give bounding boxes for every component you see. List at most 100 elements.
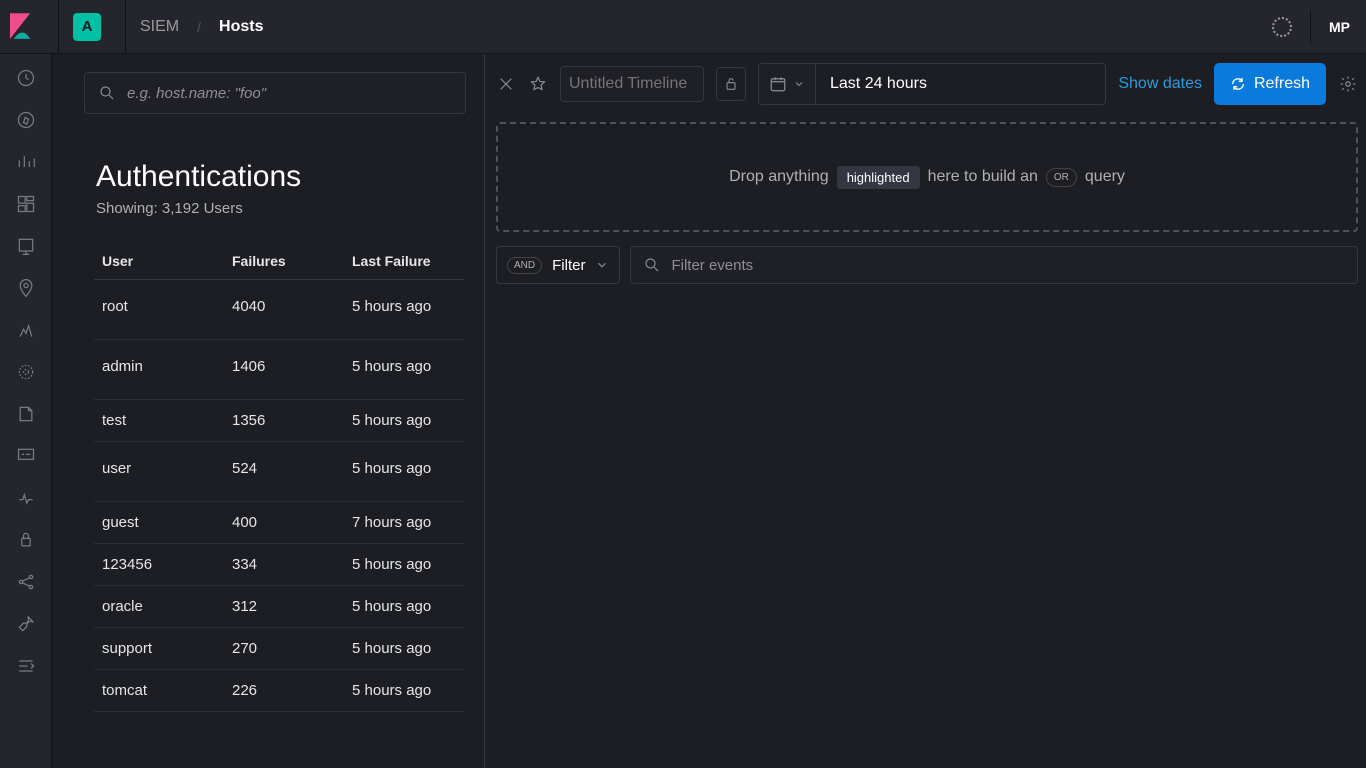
cell-user[interactable]: user <box>94 442 224 502</box>
apm-icon[interactable] <box>16 446 36 466</box>
breadcrumb-hosts[interactable]: Hosts <box>219 18 263 36</box>
filter-row: AND Filter <box>496 246 1358 284</box>
dropzone-text-1: Drop anything <box>729 168 829 186</box>
table-row[interactable]: test13565 hours ago <box>94 400 464 442</box>
cell-last-failure[interactable]: 5 hours ago <box>344 280 464 340</box>
refresh-button[interactable]: Refresh <box>1214 63 1326 105</box>
cell-user[interactable]: guest <box>94 502 224 544</box>
filter-label: Filter <box>552 257 585 274</box>
kibana-logo-icon[interactable] <box>10 13 32 41</box>
cell-failures[interactable]: 226 <box>224 670 344 712</box>
visualize-icon[interactable] <box>16 152 36 172</box>
cell-user[interactable]: root <box>94 280 224 340</box>
timeline-title-input[interactable] <box>569 75 695 93</box>
kql-search-input[interactable] <box>127 85 453 102</box>
cell-user[interactable]: oracle <box>94 586 224 628</box>
col-failures[interactable]: Failures <box>224 245 344 280</box>
cell-last-failure[interactable]: 5 hours ago <box>344 544 464 586</box>
cell-failures[interactable]: 270 <box>224 628 344 670</box>
table-row[interactable]: tomcat2265 hours ago <box>94 670 464 712</box>
graph-icon[interactable] <box>16 572 36 592</box>
table-row[interactable]: guest4007 hours ago <box>94 502 464 544</box>
cell-failures[interactable]: 524 <box>224 442 344 502</box>
or-badge: OR <box>1046 168 1077 187</box>
recent-icon[interactable] <box>16 68 36 88</box>
space-selector[interactable]: A <box>73 13 101 41</box>
dashboard-icon[interactable] <box>16 194 36 214</box>
cell-user[interactable]: 123456 <box>94 544 224 586</box>
top-bar: A SIEM / Hosts MP <box>0 0 1366 54</box>
refresh-button-label: Refresh <box>1254 75 1310 93</box>
breadcrumb: SIEM / Hosts <box>140 18 263 36</box>
cell-failures[interactable]: 4040 <box>224 280 344 340</box>
and-badge: AND <box>507 257 542 274</box>
cell-last-failure[interactable]: 7 hours ago <box>344 502 464 544</box>
discover-icon[interactable] <box>16 110 36 130</box>
logs-icon[interactable] <box>16 404 36 424</box>
date-range-text: Last 24 hours <box>816 75 941 93</box>
siem-icon[interactable] <box>16 530 36 550</box>
cell-user[interactable]: admin <box>94 340 224 400</box>
lock-icon[interactable] <box>716 67 746 101</box>
divider <box>125 0 126 54</box>
gear-icon[interactable] <box>1338 74 1358 94</box>
cell-last-failure[interactable]: 5 hours ago <box>344 340 464 400</box>
timeline-title-box[interactable] <box>560 66 704 102</box>
cell-failures[interactable]: 400 <box>224 502 344 544</box>
refresh-icon <box>1230 76 1246 92</box>
uptime-icon[interactable] <box>16 488 36 508</box>
side-nav <box>0 54 52 768</box>
maps-icon[interactable] <box>16 278 36 298</box>
table-row[interactable]: user5245 hours ago <box>94 442 464 502</box>
chevron-down-icon <box>595 258 609 272</box>
hosts-panel: Authentications Showing: 3,192 Users Use… <box>52 54 485 768</box>
timeline-header: Last 24 hours Show dates Refresh <box>496 60 1358 108</box>
table-row[interactable]: root40405 hours ago <box>94 280 464 340</box>
user-avatar[interactable]: MP <box>1329 19 1350 35</box>
ml-icon[interactable] <box>16 320 36 340</box>
cell-user[interactable]: support <box>94 628 224 670</box>
cell-user[interactable]: tomcat <box>94 670 224 712</box>
cell-failures[interactable]: 334 <box>224 544 344 586</box>
collapse-icon[interactable] <box>16 656 36 676</box>
cell-failures[interactable]: 1356 <box>224 400 344 442</box>
table-row[interactable]: admin14065 hours ago <box>94 340 464 400</box>
dropzone-text-2: here to build an <box>928 168 1038 186</box>
cell-last-failure[interactable]: 5 hours ago <box>344 670 464 712</box>
table-row[interactable]: support2705 hours ago <box>94 628 464 670</box>
star-icon[interactable] <box>528 74 548 94</box>
cell-last-failure[interactable]: 5 hours ago <box>344 442 464 502</box>
col-last-failure[interactable]: Last Failure <box>344 245 464 280</box>
infra-icon[interactable] <box>16 362 36 382</box>
close-icon[interactable] <box>496 74 516 94</box>
breadcrumb-siem[interactable]: SIEM <box>140 18 179 36</box>
kql-search[interactable] <box>84 72 466 114</box>
page-subtitle: Showing: 3,192 Users <box>96 200 466 217</box>
cell-failures[interactable]: 312 <box>224 586 344 628</box>
divider <box>1310 10 1311 44</box>
search-icon <box>97 83 117 103</box>
timeline-panel: Last 24 hours Show dates Refresh Drop an… <box>496 60 1358 768</box>
cell-failures[interactable]: 1406 <box>224 340 344 400</box>
cell-user[interactable]: test <box>94 400 224 442</box>
filter-events-input[interactable] <box>671 257 1345 274</box>
search-icon <box>643 256 661 274</box>
col-user[interactable]: User <box>94 245 224 280</box>
cell-last-failure[interactable]: 5 hours ago <box>344 400 464 442</box>
cell-last-failure[interactable]: 5 hours ago <box>344 628 464 670</box>
canvas-icon[interactable] <box>16 236 36 256</box>
highlighted-badge: highlighted <box>837 166 920 189</box>
calendar-icon[interactable] <box>759 64 816 104</box>
authentications-table: User Failures Last Failure root40405 hou… <box>94 245 464 712</box>
table-row[interactable]: 1234563345 hours ago <box>94 544 464 586</box>
filter-events[interactable] <box>630 246 1358 284</box>
and-filter-chip[interactable]: AND Filter <box>496 246 620 284</box>
date-picker[interactable]: Last 24 hours <box>758 63 1106 105</box>
dev-tools-icon[interactable] <box>16 614 36 634</box>
query-dropzone[interactable]: Drop anything highlighted here to build … <box>496 122 1358 232</box>
feedback-icon[interactable] <box>1272 17 1292 37</box>
cell-last-failure[interactable]: 5 hours ago <box>344 586 464 628</box>
show-dates-link[interactable]: Show dates <box>1118 75 1202 93</box>
page-title: Authentications <box>96 160 466 194</box>
table-row[interactable]: oracle3125 hours ago <box>94 586 464 628</box>
